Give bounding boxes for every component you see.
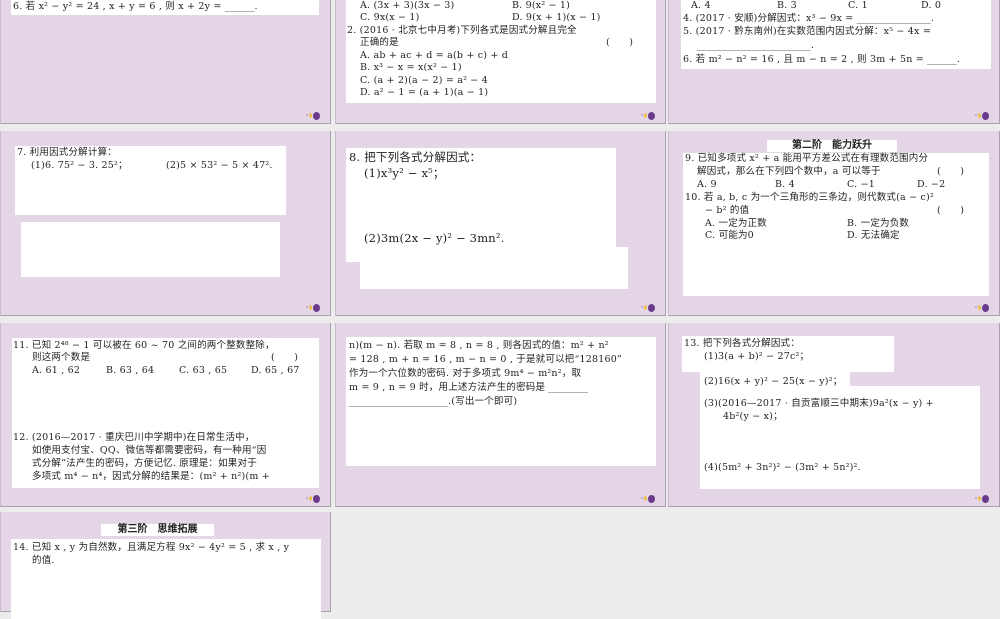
leaf-decoration-icon <box>306 110 320 120</box>
option-a: A. 4 <box>691 0 711 11</box>
question-8: 8. 把下列各式分解因式： <box>349 150 482 164</box>
question-6: 6. 若 x² − y² = 24 , x + y = 6 , 则 x + 2y… <box>13 1 258 12</box>
question-7: 7. 利用因式分解计算： <box>17 147 117 158</box>
option-d: D. −2 <box>917 179 946 190</box>
question-12-cont: 式分解”法产生的密码，方便记忆. 原理是：如果对于 <box>32 458 257 469</box>
question-13-part-4: (4)(5m² + 3n²)² − (3m² + 5n²)². <box>704 462 861 473</box>
question-13-part-1: (1)3(a + b)² − 27c²； <box>704 351 810 362</box>
question-10-cont: − b² 的值 <box>705 205 750 216</box>
option-b: B. 63 , 64 <box>106 365 155 376</box>
option-a: A. ab + ac + d = a(b + c) + d <box>360 50 509 61</box>
slide-5[interactable]: 8. 把下列各式分解因式： (1)x³y² − x⁵； (2)3m(2x − y… <box>335 131 666 316</box>
slide-4[interactable]: 7. 利用因式分解计算： (1)6. 75² − 3. 25²； (2)5 × … <box>0 131 331 316</box>
question-2-cont: 正确的是 <box>360 37 399 48</box>
question-9: 9. 已知多项式 x² + a 能用平方差公式在有理数范围内分 <box>685 153 929 164</box>
option-b: B. x³ − x = x(x² − 1) <box>360 62 462 73</box>
question-11-cont: 则这两个数是 <box>32 352 91 363</box>
question-13-part-2: (2)16(x + y)² − 25(x − y)²； <box>704 376 843 387</box>
answer-area <box>21 222 280 277</box>
question-12-cont: m = 9 , n = 9 时，用上述方法产生的密码是 ________ <box>349 382 589 393</box>
slide-6[interactable]: 第二阶 能力跃升 9. 已知多项式 x² + a 能用平方差公式在有理数范围内分… <box>668 131 1000 316</box>
question-13-part-3: (3)(2016—2017 · 自贡富顺三中期末)9a²(x − y) + <box>704 398 934 409</box>
leaf-decoration-icon <box>306 493 320 503</box>
leaf-decoration-icon <box>641 110 655 120</box>
question-14-cont: 的值. <box>32 555 55 566</box>
slide-7[interactable]: 11. 已知 2⁴⁸ − 1 可以被在 60 ~ 70 之间的两个整数整除， 则… <box>0 323 331 507</box>
question-12-cont: 作为一个六位数的密码. 对于多项式 9m⁴ − m²n²，取 <box>349 368 582 379</box>
slide-8[interactable]: n)(m − n). 若取 m = 8 , n = 8 , 则各因式的值：m² … <box>335 323 666 507</box>
option-d: D. 9(x + 1)(x − 1) <box>512 12 601 23</box>
slide-10[interactable]: 第三阶 思维拓展 14. 已知 x , y 为自然数，且满足方程 9x² − 4… <box>0 512 331 619</box>
slide-9[interactable]: 13. 把下列各式分解因式： (1)3(a + b)² − 27c²； (2)1… <box>668 323 1000 507</box>
question-4: 4. (2017 · 安顺)分解因式：x³ − 9x = ___________… <box>683 13 935 24</box>
question-7-part-2: (2)5 × 53² − 5 × 47². <box>166 160 273 171</box>
question-5: 5. (2017 · 黔东南州)在实数范围内因式分解：x⁵ − 4x = <box>683 26 931 37</box>
leaf-decoration-icon <box>641 302 655 312</box>
answer-bracket: ( ) <box>937 166 965 177</box>
answer-area <box>360 247 628 289</box>
answer-bracket: ( ) <box>271 352 299 363</box>
answer-blank: _______________________. <box>697 40 815 51</box>
question-12-cont: ____________________.(写出一个即可) <box>349 396 518 407</box>
option-d: D. a² − 1 = (a + 1)(a − 1) <box>360 87 489 98</box>
option-c: C. 可能为0 <box>705 230 754 241</box>
question-9-cont: 解因式，那么在下列四个数中，a 可以等于 <box>697 166 881 177</box>
question-10: 10. 若 a, b, c 为一个三角形的三条边，则代数式(a − c)² <box>685 192 934 203</box>
slide-3[interactable]: A. 4 B. 3 C. 1 D. 0 4. (2017 · 安顺)分解因式：x… <box>668 0 1000 124</box>
option-a: A. (3x + 3)(3x − 3) <box>360 0 455 11</box>
slide-2[interactable]: A. (3x + 3)(3x − 3) B. 9(x² − 1) C. 9x(x… <box>335 0 666 124</box>
question-14: 14. 已知 x , y 为自然数，且满足方程 9x² − 4y² = 5 , … <box>13 542 290 553</box>
option-a: A. 61 , 62 <box>32 365 81 376</box>
section-heading: 第三阶 思维拓展 <box>101 524 214 536</box>
section-heading: 第二阶 能力跃升 <box>767 140 897 152</box>
leaf-decoration-icon <box>641 493 655 503</box>
option-d: D. 0 <box>921 0 942 11</box>
leaf-decoration-icon <box>975 110 989 120</box>
leaf-decoration-icon <box>975 493 989 503</box>
question-13-part-3-cont: 4b²(y − x)； <box>723 411 783 422</box>
question-7-part-1: (1)6. 75² − 3. 25²； <box>31 160 128 171</box>
option-b: B. 3 <box>777 0 797 11</box>
question-8-part-1: (1)x³y² − x⁵； <box>364 166 445 180</box>
question-12-cont: n)(m − n). 若取 m = 8 , n = 8 , 则各因式的值：m² … <box>349 340 609 351</box>
option-b: B. 9(x² − 1) <box>512 0 571 11</box>
option-d: D. 65 , 67 <box>251 365 300 376</box>
question-8-part-2: (2)3m(2x − y)² − 3mn². <box>364 231 505 245</box>
option-c: C. (a + 2)(a − 2) = a² − 4 <box>360 75 488 86</box>
option-c: C. −1 <box>847 179 875 190</box>
option-c: C. 1 <box>848 0 868 11</box>
leaf-decoration-icon <box>975 302 989 312</box>
question-13: 13. 把下列各式分解因式： <box>684 338 800 349</box>
option-c: C. 63 , 65 <box>179 365 228 376</box>
option-a: A. 一定为正数 <box>705 218 768 229</box>
question-11: 11. 已知 2⁴⁸ − 1 可以被在 60 ~ 70 之间的两个整数整除， <box>13 340 275 351</box>
question-12-cont: = 128 , m + n = 16 , m − n = 0 , 于是就可以把“… <box>349 354 623 365</box>
answer-bracket: ( ) <box>937 205 965 216</box>
question-12-cont: 多项式 m⁴ − n⁴，因式分解的结果是：(m² + n²)(m + <box>32 471 270 482</box>
option-c: C. 9x(x − 1) <box>360 12 420 23</box>
slide-1[interactable]: 6. 若 x² − y² = 24 , x + y = 6 , 则 x + 2y… <box>0 0 331 124</box>
answer-bracket: ( ) <box>606 37 634 48</box>
option-a: A. 9 <box>697 179 717 190</box>
option-d: D. 无法确定 <box>847 230 900 241</box>
question-12-cont: 如使用支付宝、QQ、微信等都需要密码，有一种用“因 <box>32 445 267 456</box>
question-6: 6. 若 m² − n² = 16 , 且 m − n = 2 , 则 3m +… <box>683 54 961 65</box>
leaf-decoration-icon <box>306 302 320 312</box>
question-12: 12. (2016—2017 · 重庆巴川中学期中)在日常生活中， <box>13 432 255 443</box>
option-b: B. 一定为负数 <box>847 218 910 229</box>
question-2: 2. (2016 · 北京七中月考)下列各式是因式分解且完全 <box>347 25 577 36</box>
option-b: B. 4 <box>775 179 795 190</box>
